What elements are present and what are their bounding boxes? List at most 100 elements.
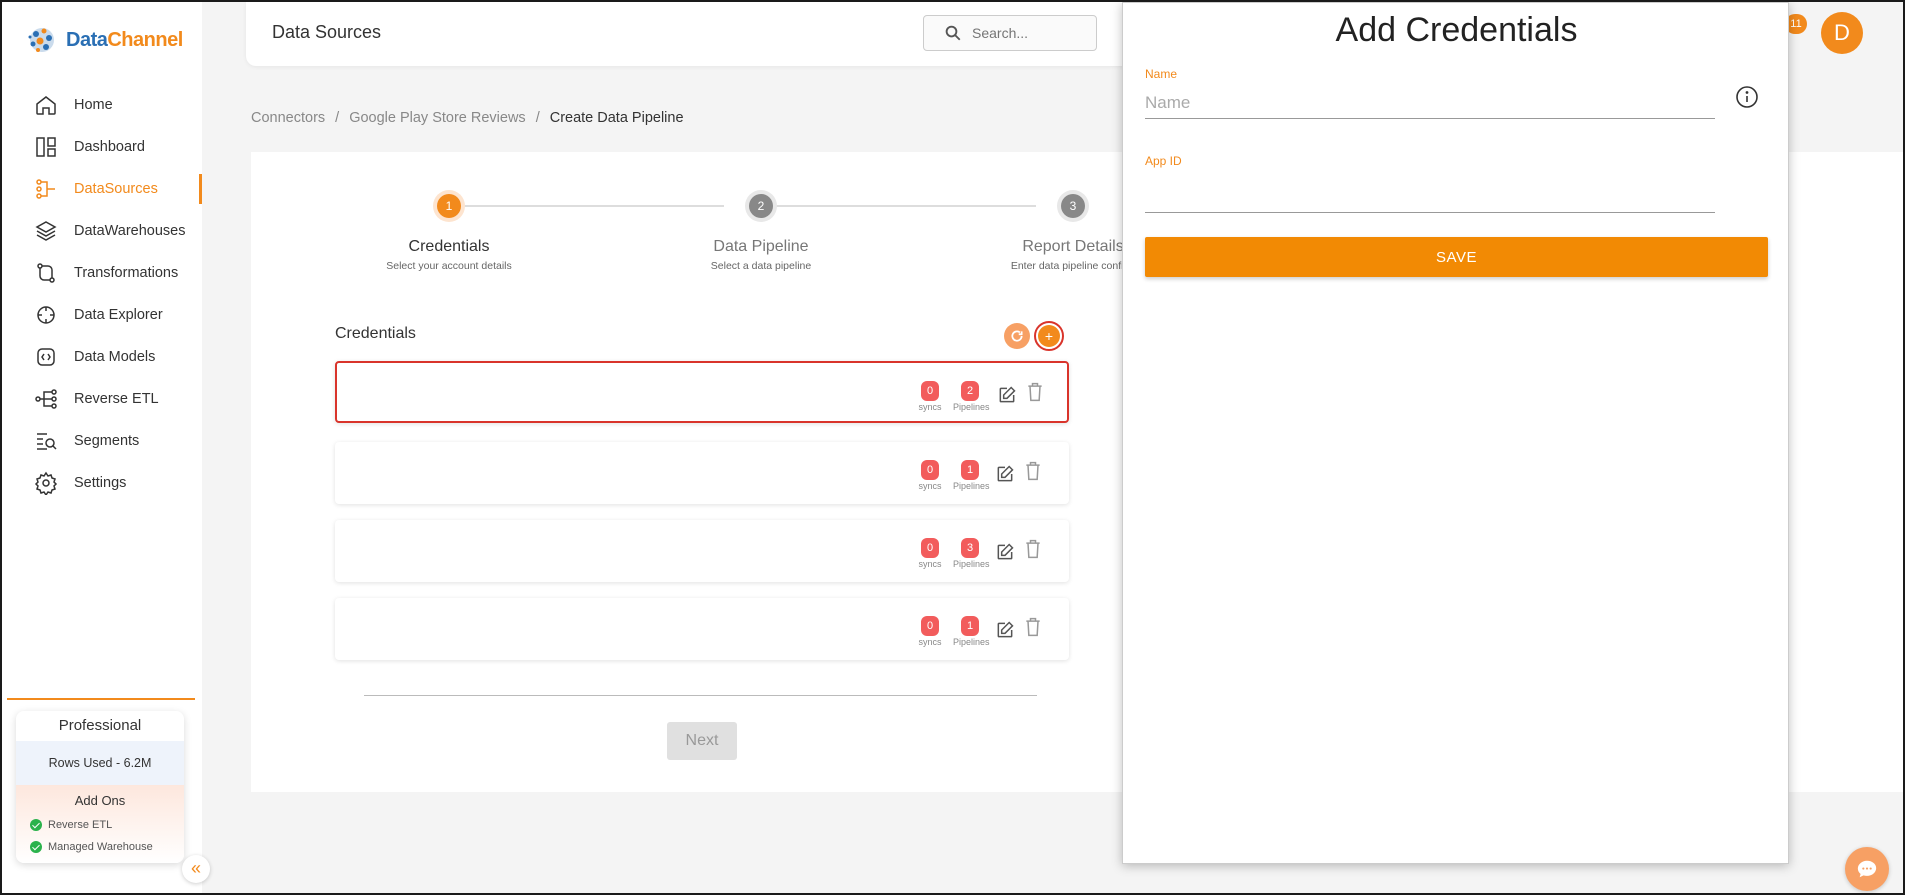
sidebar-item-label: DataWarehouses xyxy=(74,223,186,239)
reverse-etl-icon xyxy=(35,389,57,409)
check-icon xyxy=(30,841,42,853)
syncs-label: syncs xyxy=(918,559,942,569)
step-connector xyxy=(462,205,724,207)
step-2-circle[interactable]: 2 xyxy=(749,194,773,218)
segments-icon xyxy=(37,433,57,450)
pipelines-count: 1 xyxy=(961,460,979,480)
credential-row[interactable]: 0 syncs 3 Pipelines xyxy=(335,520,1069,582)
search-box[interactable] xyxy=(923,15,1097,51)
gear-icon xyxy=(34,471,58,495)
header: Data Sources xyxy=(246,2,1266,66)
chat-button[interactable] xyxy=(1845,847,1889,891)
save-button[interactable]: SAVE xyxy=(1145,237,1768,277)
edit-icon[interactable] xyxy=(995,542,1015,562)
trash-icon[interactable] xyxy=(1023,538,1043,560)
models-icon xyxy=(37,348,55,366)
app-window: DataChannel Home Dashboard DataSources D… xyxy=(0,0,1905,895)
logo[interactable]: DataChannel xyxy=(24,22,183,58)
logo-text: DataChannel xyxy=(66,28,183,51)
search-input[interactable] xyxy=(972,25,1082,41)
chat-icon xyxy=(1857,860,1877,878)
info-icon[interactable] xyxy=(1735,85,1759,109)
trash-icon[interactable] xyxy=(1023,460,1043,482)
edit-icon[interactable] xyxy=(997,385,1017,405)
app-id-field[interactable] xyxy=(1145,181,1715,213)
breadcrumb-separator: / xyxy=(535,110,540,126)
pipelines-label: Pipelines xyxy=(953,559,990,569)
addon-item: Managed Warehouse xyxy=(16,836,184,858)
collapse-sidebar-button[interactable]: « xyxy=(182,855,210,883)
app-id-label: App ID xyxy=(1145,154,1182,168)
refresh-icon xyxy=(1011,330,1023,342)
step-1-circle[interactable]: 1 xyxy=(437,194,461,218)
refresh-button[interactable] xyxy=(1004,323,1030,349)
add-credential-button[interactable]: + xyxy=(1034,321,1064,351)
rows-used: Rows Used - 6.2M xyxy=(16,741,184,785)
breadcrumb-current: Create Data Pipeline xyxy=(549,110,684,126)
trash-icon[interactable] xyxy=(1023,616,1043,638)
sidebar-item-dashboard[interactable]: Dashboard xyxy=(2,126,202,168)
next-button[interactable]: Next xyxy=(667,722,737,760)
step-2-title: Data Pipeline xyxy=(713,238,809,255)
addon-label: Reverse ETL xyxy=(48,819,113,831)
sidebar-item-settings[interactable]: Settings xyxy=(2,462,202,504)
addons-title: Add Ons xyxy=(74,793,126,808)
sidebar-item-datasources[interactable]: DataSources xyxy=(2,168,202,210)
stepper: 1 Credentials Select your account detail… xyxy=(251,152,1151,292)
dashboard-icon xyxy=(36,137,56,157)
divider xyxy=(364,695,1037,696)
addon-label: Managed Warehouse xyxy=(48,841,153,853)
sidebar-item-segments[interactable]: Segments xyxy=(2,420,202,462)
syncs-count: 0 xyxy=(921,460,939,480)
trash-icon[interactable] xyxy=(1025,381,1045,403)
step-3-circle[interactable]: 3 xyxy=(1061,194,1085,218)
pipelines-label: Pipelines xyxy=(953,637,990,647)
drawer-title: Add Credentials xyxy=(1335,11,1578,49)
pipelines-stat: 1 Pipelines xyxy=(953,460,990,491)
pipelines-count: 3 xyxy=(961,538,979,558)
credential-row[interactable]: 0 syncs 2 Pipelines xyxy=(335,361,1069,423)
syncs-count: 0 xyxy=(921,616,939,636)
breadcrumb-connector-name[interactable]: Google Play Store Reviews xyxy=(349,110,526,126)
sidebar-item-label: Reverse ETL xyxy=(74,391,159,407)
sidebar: DataChannel Home Dashboard DataSources D… xyxy=(2,2,202,893)
sidebar-item-reverse-etl[interactable]: Reverse ETL xyxy=(2,378,202,420)
sidebar-item-label: DataSources xyxy=(74,181,158,197)
sidebar-item-datawarehouses[interactable]: DataWarehouses xyxy=(2,210,202,252)
search-icon xyxy=(945,25,961,41)
home-icon xyxy=(36,96,56,115)
sidebar-item-label: Transformations xyxy=(74,265,179,281)
sidebar-item-label: Dashboard xyxy=(74,139,145,155)
explorer-icon xyxy=(37,306,55,324)
edit-icon[interactable] xyxy=(995,464,1015,484)
sidebar-item-label: Data Explorer xyxy=(74,307,163,323)
datasources-icon xyxy=(36,179,55,199)
sidebar-item-data-models[interactable]: Data Models xyxy=(2,336,202,378)
plus-icon: + xyxy=(1038,325,1060,347)
sidebar-item-home[interactable]: Home xyxy=(2,84,202,126)
sidebar-item-label: Settings xyxy=(74,475,127,491)
logo-icon xyxy=(28,28,54,52)
breadcrumb-connectors[interactable]: Connectors xyxy=(251,110,325,126)
credential-row[interactable]: 0 syncs 1 Pipelines xyxy=(335,442,1069,504)
check-icon xyxy=(30,819,42,831)
pipelines-count: 2 xyxy=(961,381,979,401)
sidebar-nav: Home Dashboard DataSources DataWarehouse… xyxy=(2,84,202,504)
sidebar-item-transformations[interactable]: Transformations xyxy=(2,252,202,294)
sidebar-item-label: Segments xyxy=(74,433,140,449)
sidebar-item-data-explorer[interactable]: Data Explorer xyxy=(2,294,202,336)
syncs-count: 0 xyxy=(921,381,939,401)
pipelines-stat: 2 Pipelines xyxy=(953,381,990,412)
plan-card: Professional Rows Used - 6.2M Add Ons Re… xyxy=(16,711,184,863)
syncs-stat: 0 syncs xyxy=(913,616,947,647)
credentials-title: Credentials xyxy=(335,325,416,342)
credential-row[interactable]: 0 syncs 1 Pipelines xyxy=(335,598,1069,660)
syncs-label: syncs xyxy=(918,481,942,491)
name-field[interactable] xyxy=(1145,87,1715,119)
plan-title: Professional xyxy=(58,717,142,734)
syncs-count: 0 xyxy=(921,538,939,558)
edit-icon[interactable] xyxy=(995,620,1015,640)
breadcrumb-separator: / xyxy=(335,110,340,126)
avatar[interactable]: D xyxy=(1821,12,1863,54)
addon-item: Reverse ETL xyxy=(16,814,184,836)
